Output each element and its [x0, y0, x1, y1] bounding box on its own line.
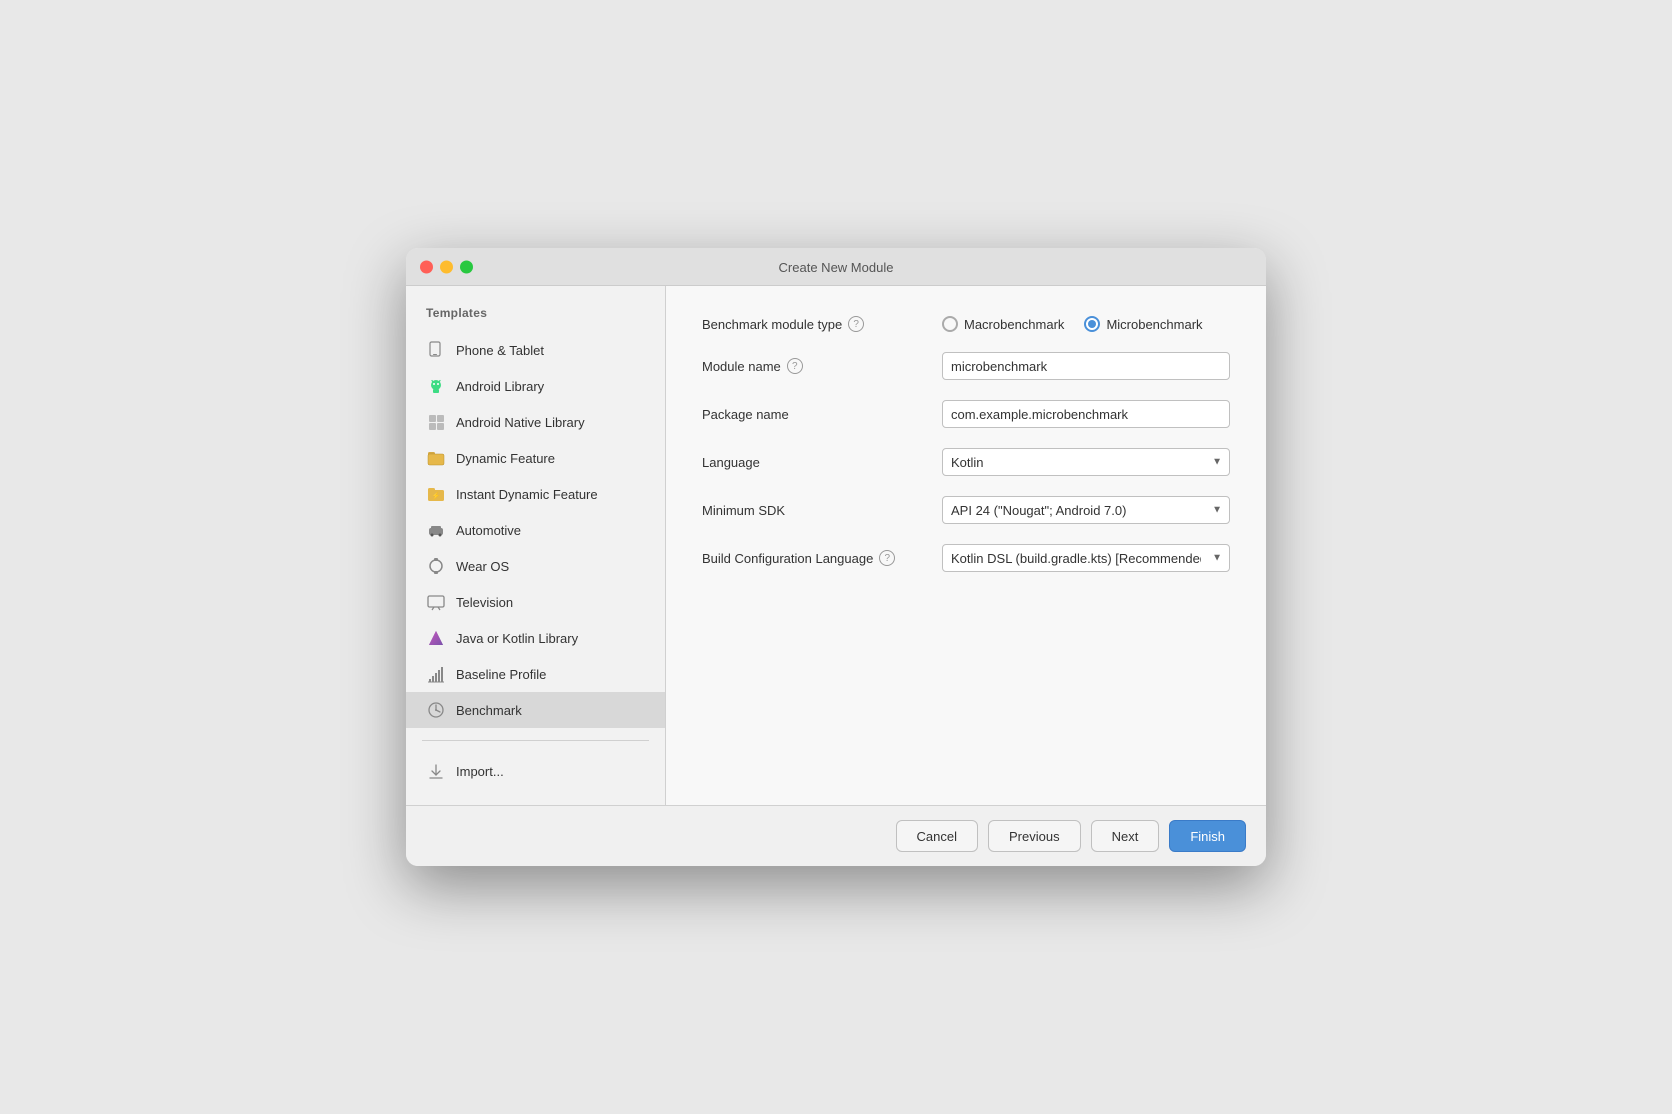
- next-button[interactable]: Next: [1091, 820, 1160, 852]
- macrobenchmark-radio[interactable]: [942, 316, 958, 332]
- sidebar-label-baseline-profile: Baseline Profile: [456, 667, 546, 682]
- module-name-input[interactable]: [942, 352, 1230, 380]
- sidebar-label-automotive: Automotive: [456, 523, 521, 538]
- benchmark-type-help-icon[interactable]: ?: [848, 316, 864, 332]
- benchmark-type-control: Macrobenchmark Microbenchmark: [942, 316, 1230, 332]
- sidebar-item-android-library[interactable]: Android Library: [406, 368, 665, 404]
- sidebar-label-instant-dynamic-feature: Instant Dynamic Feature: [456, 487, 598, 502]
- dialog: Create New Module Templates Phone & Tabl…: [406, 248, 1266, 866]
- sidebar-title: Templates: [406, 302, 665, 332]
- build-config-control: Kotlin DSL (build.gradle.kts) [Recommend…: [942, 544, 1230, 572]
- package-name-input[interactable]: [942, 400, 1230, 428]
- macrobenchmark-option[interactable]: Macrobenchmark: [942, 316, 1064, 332]
- sidebar-label-benchmark: Benchmark: [456, 703, 522, 718]
- minimum-sdk-label: Minimum SDK: [702, 503, 942, 518]
- title-bar: Create New Module: [406, 248, 1266, 286]
- finish-button[interactable]: Finish: [1169, 820, 1246, 852]
- build-config-help-icon[interactable]: ?: [879, 550, 895, 566]
- sidebar-item-dynamic-feature[interactable]: Dynamic Feature: [406, 440, 665, 476]
- wear-os-icon: [426, 556, 446, 576]
- previous-button[interactable]: Previous: [988, 820, 1081, 852]
- television-icon: [426, 592, 446, 612]
- package-name-label: Package name: [702, 407, 942, 422]
- sidebar-item-television[interactable]: Television: [406, 584, 665, 620]
- dynamic-feature-icon: [426, 448, 446, 468]
- dialog-body: Templates Phone & Tablet: [406, 286, 1266, 805]
- language-label: Language: [702, 455, 942, 470]
- android-native-library-icon: [426, 412, 446, 432]
- android-library-icon: [426, 376, 446, 396]
- window-controls: [420, 260, 473, 273]
- form-row-module-name: Module name ?: [702, 352, 1230, 380]
- sidebar-item-automotive[interactable]: Automotive: [406, 512, 665, 548]
- java-kotlin-library-icon: [426, 628, 446, 648]
- language-control: Kotlin Java ▼: [942, 448, 1230, 476]
- main-content: Benchmark module type ? Macrobenchmark M…: [666, 286, 1266, 805]
- build-config-select[interactable]: Kotlin DSL (build.gradle.kts) [Recommend…: [942, 544, 1230, 572]
- module-name-label: Module name ?: [702, 358, 942, 374]
- minimum-sdk-select[interactable]: API 24 ("Nougat"; Android 7.0) API 21 ("…: [942, 496, 1230, 524]
- benchmark-icon: [426, 700, 446, 720]
- sidebar-item-java-kotlin-library[interactable]: Java or Kotlin Library: [406, 620, 665, 656]
- sidebar-item-benchmark[interactable]: Benchmark: [406, 692, 665, 728]
- sidebar-item-phone-tablet[interactable]: Phone & Tablet: [406, 332, 665, 368]
- svg-text:⚡: ⚡: [432, 491, 441, 500]
- form-row-package-name: Package name: [702, 400, 1230, 428]
- sidebar-item-baseline-profile[interactable]: Baseline Profile: [406, 656, 665, 692]
- module-name-help-icon[interactable]: ?: [787, 358, 803, 374]
- cancel-button[interactable]: Cancel: [896, 820, 978, 852]
- sidebar: Templates Phone & Tablet: [406, 286, 666, 805]
- sidebar-label-android-native-library: Android Native Library: [456, 415, 585, 430]
- dialog-footer: Cancel Previous Next Finish: [406, 805, 1266, 866]
- baseline-profile-icon: [426, 664, 446, 684]
- maximize-button[interactable]: [460, 260, 473, 273]
- form-row-minimum-sdk: Minimum SDK API 24 ("Nougat"; Android 7.…: [702, 496, 1230, 524]
- instant-dynamic-feature-icon: ⚡: [426, 484, 446, 504]
- sidebar-label-android-library: Android Library: [456, 379, 544, 394]
- minimum-sdk-control: API 24 ("Nougat"; Android 7.0) API 21 ("…: [942, 496, 1230, 524]
- module-name-control: [942, 352, 1230, 380]
- dialog-title: Create New Module: [779, 260, 894, 275]
- sidebar-label-dynamic-feature: Dynamic Feature: [456, 451, 555, 466]
- microbenchmark-radio[interactable]: [1084, 316, 1100, 332]
- sidebar-label-import: Import...: [456, 764, 504, 779]
- form-row-language: Language Kotlin Java ▼: [702, 448, 1230, 476]
- form-row-build-config: Build Configuration Language ? Kotlin DS…: [702, 544, 1230, 572]
- automotive-icon: [426, 520, 446, 540]
- sidebar-item-import[interactable]: Import...: [406, 753, 665, 789]
- microbenchmark-option[interactable]: Microbenchmark: [1084, 316, 1202, 332]
- sidebar-item-wear-os[interactable]: Wear OS: [406, 548, 665, 584]
- sidebar-item-instant-dynamic-feature[interactable]: ⚡ Instant Dynamic Feature: [406, 476, 665, 512]
- close-button[interactable]: [420, 260, 433, 273]
- benchmark-type-label: Benchmark module type ?: [702, 316, 942, 332]
- sidebar-label-java-kotlin-library: Java or Kotlin Library: [456, 631, 578, 646]
- phone-tablet-icon: [426, 340, 446, 360]
- build-config-label: Build Configuration Language ?: [702, 550, 942, 566]
- sidebar-item-android-native-library[interactable]: Android Native Library: [406, 404, 665, 440]
- package-name-control: [942, 400, 1230, 428]
- sidebar-divider: [422, 740, 649, 741]
- import-icon: [426, 761, 446, 781]
- sidebar-label-phone-tablet: Phone & Tablet: [456, 343, 544, 358]
- form-row-benchmark-type: Benchmark module type ? Macrobenchmark M…: [702, 316, 1230, 332]
- language-select[interactable]: Kotlin Java: [942, 448, 1230, 476]
- sidebar-label-television: Television: [456, 595, 513, 610]
- sidebar-label-wear-os: Wear OS: [456, 559, 509, 574]
- minimize-button[interactable]: [440, 260, 453, 273]
